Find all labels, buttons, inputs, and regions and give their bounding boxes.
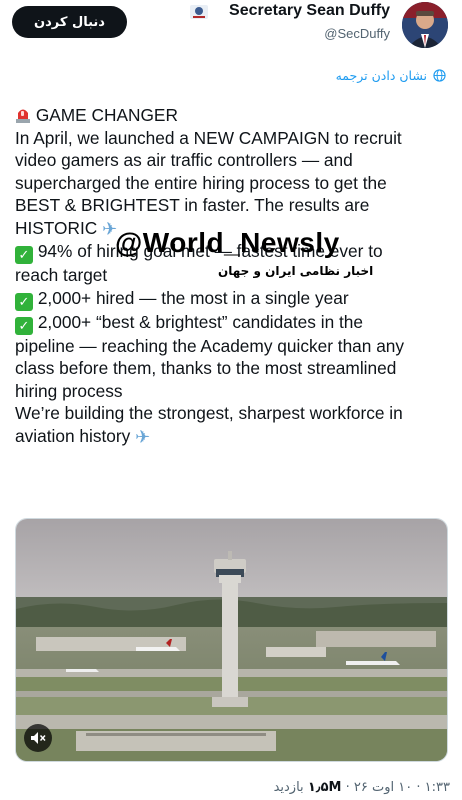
- tweet-line-text: HISTORIC: [15, 217, 98, 238]
- show-translation-link[interactable]: نشان دادن ترجمه: [336, 68, 446, 83]
- tweet-line: video gamers as air traffic controllers …: [15, 150, 353, 170]
- views-label: بازدید: [273, 780, 304, 795]
- tweet-line-aviation: aviation history ✈: [15, 425, 445, 449]
- bullet-text: 2,000+ hired — the most in a single year: [37, 287, 349, 308]
- tweet-heading-line: GAME CHANGER: [15, 104, 445, 127]
- bullet-line: ✓ 2,000+ “best & brightest” candidates i…: [15, 311, 445, 335]
- tweet-line-text: aviation history: [15, 425, 131, 446]
- tweet-line: BEST & BRIGHTEST in faster. The results …: [15, 195, 370, 215]
- avatar-image: [402, 2, 448, 48]
- airport-tower-image: [16, 519, 447, 761]
- bullet-text: 2,000+ “best & brightest” candidates in …: [37, 311, 364, 332]
- tweet-line: In April, we launched a NEW CAMPAIGN to …: [15, 127, 402, 148]
- tweet-video[interactable]: [15, 518, 448, 762]
- tweet-line: class before them, thanks to the most st…: [15, 358, 397, 378]
- siren-emoji-icon: [16, 109, 30, 123]
- watermark-subtitle: اخبار نظامی ایران و جهان: [218, 264, 374, 278]
- tweet-heading: GAME CHANGER: [35, 105, 178, 125]
- airplane-emoji-icon: ✈: [135, 426, 151, 447]
- check-mark-emoji-icon: ✓: [15, 292, 33, 311]
- tweet-time[interactable]: ۱:۳۳: [425, 780, 450, 795]
- globe-icon: [433, 69, 446, 82]
- display-name[interactable]: Secretary Sean Duffy: [229, 2, 390, 20]
- tweet-line: We’re building the strongest, sharpest w…: [15, 403, 403, 423]
- tweet-line: supercharged the entire hiring process t…: [15, 172, 387, 193]
- tweet-line: hiring process: [15, 380, 123, 401]
- check-mark-emoji-icon: ✓: [15, 246, 33, 264]
- tweet-meta: ۱:۳۳ · ۱۰ اوت ۲۶ · ۱٫۵M بازدید: [274, 780, 450, 795]
- show-translation-label: نشان دادن ترجمه: [335, 68, 427, 83]
- user-handle[interactable]: @SecDuffy: [324, 26, 390, 41]
- watermark-channel: @World_Newsly: [115, 227, 340, 258]
- tweet-header: دنبال کردن Secretary Sean Duffy @SecDuff…: [0, 0, 462, 52]
- tweet-line: pipeline — reaching the Academy quicker …: [15, 335, 405, 356]
- government-badge-icon: [190, 5, 208, 19]
- tweet-date[interactable]: ۱۰ اوت ۲۶: [354, 780, 412, 795]
- follow-button[interactable]: دنبال کردن: [12, 6, 127, 38]
- speaker-muted-icon: [31, 732, 46, 744]
- bullet-line: ✓ 2,000+ hired — the most in a single ye…: [15, 287, 445, 311]
- check-mark-emoji-icon: ✓: [15, 316, 33, 335]
- meta-separator: ·: [345, 780, 350, 795]
- mute-toggle-button[interactable]: [24, 724, 52, 752]
- avatar[interactable]: [402, 2, 448, 48]
- meta-separator: ·: [416, 780, 421, 795]
- views-count: ۱٫۵M: [307, 780, 342, 795]
